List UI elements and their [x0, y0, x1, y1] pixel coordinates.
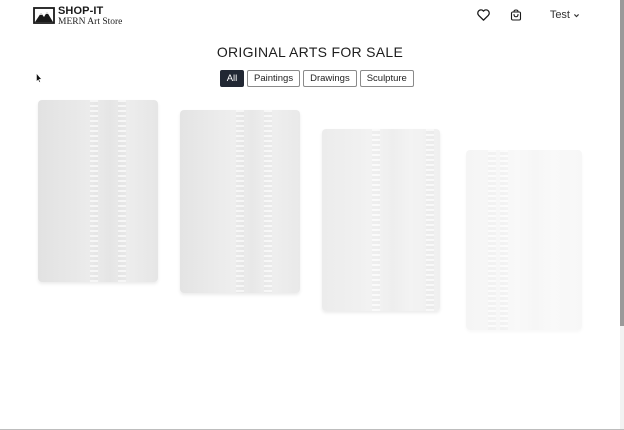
user-menu[interactable]: Test: [550, 9, 580, 21]
page-title: ORIGINAL ARTS FOR SALE: [216, 44, 404, 60]
scrollbar-thumb[interactable]: [620, 0, 624, 326]
brand-link[interactable]: SHOP-IT MERN Art Store: [33, 6, 122, 28]
filter-sculpture-button[interactable]: Sculpture: [359, 70, 414, 87]
filter-drawings-button[interactable]: Drawings: [303, 70, 357, 87]
chevron-down-icon: [574, 13, 579, 17]
page-scrollbar[interactable]: [620, 0, 624, 430]
filter-all-button[interactable]: All: [220, 70, 244, 87]
cart-button[interactable]: [508, 7, 524, 23]
card-texture: [500, 150, 508, 330]
page: SHOP-IT MERN Art Store Test ORIGINAL ART…: [0, 0, 624, 430]
brand-subtitle: MERN Art Store: [58, 17, 123, 27]
card-texture: [372, 129, 380, 311]
card-texture: [426, 129, 434, 311]
card-texture: [118, 100, 126, 282]
heart-icon: [477, 9, 491, 21]
user-name: Test: [549, 9, 570, 21]
artwork-card-placeholder[interactable]: [322, 129, 440, 311]
navbar: SHOP-IT MERN Art Store Test: [0, 0, 620, 34]
card-texture: [264, 110, 272, 293]
card-texture: [488, 150, 496, 330]
artwork-card-placeholder[interactable]: [38, 100, 158, 282]
card-texture: [90, 100, 98, 282]
mouse-cursor-icon: [36, 73, 42, 83]
nav-actions: Test: [476, 7, 580, 23]
wishlist-button[interactable]: [476, 7, 492, 23]
brand-name: SHOP-IT: [58, 5, 104, 17]
mountain-frame-logo: [33, 7, 55, 24]
filter-paintings-button[interactable]: Paintings: [247, 70, 301, 87]
artwork-card-placeholder[interactable]: [466, 150, 582, 330]
artwork-card-placeholder[interactable]: [180, 110, 300, 293]
card-texture: [236, 110, 244, 293]
category-filters: All Paintings Drawings Sculpture: [220, 70, 417, 87]
shopping-bag-icon: [510, 9, 521, 21]
